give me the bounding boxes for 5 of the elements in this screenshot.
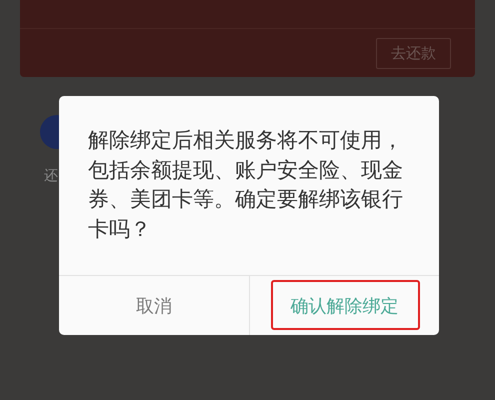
side-label: 还 bbox=[44, 167, 58, 185]
repay-button[interactable]: 去还款 bbox=[376, 38, 451, 68]
cancel-button[interactable]: 取消 bbox=[132, 286, 176, 326]
confirm-button[interactable]: 确认解除绑定 bbox=[286, 286, 402, 326]
dialog-message: 解除绑定后相关服务将不可使用，包括余额提现、账户安全险、现金券、美团卡等。确定要解绑该银行卡吗？ bbox=[87, 127, 404, 242]
